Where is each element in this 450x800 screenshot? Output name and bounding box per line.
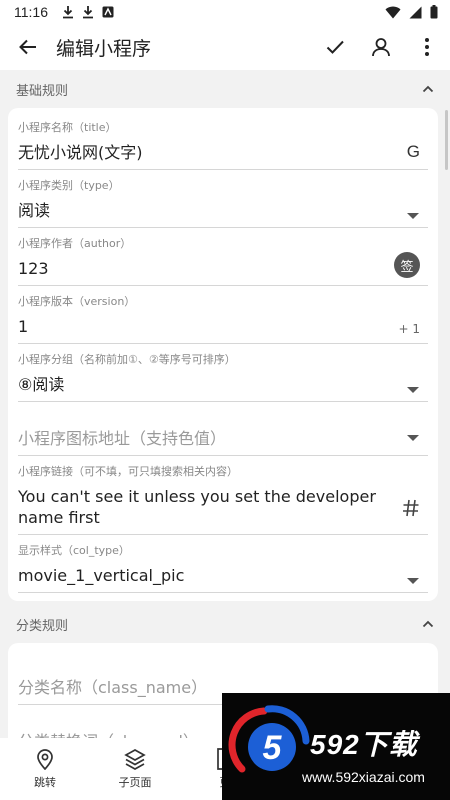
field-label: 小程序版本（version） <box>18 295 136 308</box>
basic-rules-card: 小程序名称（title） 无忧小说网(文字) G 小程序类别（type） 阅读 … <box>8 108 438 601</box>
title-input[interactable]: 无忧小说网(文字) <box>18 136 428 170</box>
app-bar: 编辑小程序 <box>0 24 450 70</box>
version-input[interactable]: 1 <box>18 310 428 344</box>
col-type-field[interactable]: 显示样式（col_type） movie_1_vertical_pic <box>18 535 428 593</box>
check-icon <box>326 40 344 54</box>
version-increment-button[interactable]: + 1 <box>398 322 420 336</box>
group-field[interactable]: 小程序分组（名称前加①、②等序号可排序） ⑧阅读 <box>18 344 428 402</box>
hash-icon[interactable] <box>402 499 420 517</box>
type-field[interactable]: 小程序类别（type） 阅读 <box>18 170 428 228</box>
status-time: 11:16 <box>14 4 48 20</box>
app-notification-icon <box>102 6 114 18</box>
version-field[interactable]: 小程序版本（version） 1 + 1 <box>18 286 428 344</box>
download-icon <box>83 6 93 19</box>
dropdown-arrow-icon[interactable] <box>406 212 420 220</box>
section-title: 分类规则 <box>16 618 69 634</box>
nav-label: 跳转 <box>34 776 56 789</box>
nav-label: 子页面 <box>118 776 152 789</box>
section-title: 基础规则 <box>16 83 69 99</box>
dropdown-arrow-icon[interactable] <box>406 386 420 394</box>
section-header-basic[interactable]: 基础规则 <box>0 70 450 108</box>
field-label: 小程序链接（可不填，可只填搜索相关内容） <box>18 465 238 478</box>
group-select[interactable]: ⑧阅读 <box>18 368 428 402</box>
field-label: 小程序名称（title） <box>18 121 117 134</box>
type-select[interactable]: 阅读 <box>18 194 428 228</box>
battery-icon <box>430 5 438 19</box>
more-button[interactable] <box>404 24 450 70</box>
icon-url-input[interactable]: 小程序图标地址（支持色值） <box>18 416 428 456</box>
col-type-select[interactable]: movie_1_vertical_pic <box>18 559 428 593</box>
field-label: 显示样式（col_type） <box>18 544 130 557</box>
field-label: 小程序作者（author） <box>18 237 132 250</box>
scrollbar-thumb[interactable] <box>445 110 448 170</box>
person-icon <box>372 38 390 57</box>
wifi-icon <box>385 6 401 18</box>
page-title: 编辑小程序 <box>56 37 152 60</box>
arrow-back-icon <box>19 39 36 55</box>
author-field[interactable]: 小程序作者（author） 123 签 <box>18 228 428 286</box>
download-icon <box>63 6 73 19</box>
form-scroll-area[interactable]: 基础规则 小程序名称（title） 无忧小说网(文字) G 小程序类别（type… <box>0 70 450 738</box>
title-field[interactable]: 小程序名称（title） 无忧小说网(文字) G <box>18 112 428 170</box>
chevron-up-icon <box>422 85 434 93</box>
watermark-text: 592下载 <box>310 729 418 760</box>
dropdown-arrow-icon[interactable] <box>406 434 420 442</box>
layers-icon <box>124 749 146 770</box>
dropdown-arrow-icon[interactable] <box>406 577 420 585</box>
generate-button[interactable]: G <box>407 142 420 162</box>
location-pin-icon <box>37 749 53 770</box>
watermark-url: www.592xiazai.com <box>302 769 425 785</box>
back-button[interactable] <box>0 24 56 70</box>
more-vert-icon <box>425 38 429 56</box>
chevron-up-icon <box>422 620 434 628</box>
nav-item-jump[interactable]: 跳转 <box>0 738 90 800</box>
watermark-overlay: 5 592下载 www.592xiazai.com <box>222 693 450 800</box>
sign-button[interactable]: 签 <box>394 252 420 278</box>
url-field[interactable]: 小程序链接（可不填，可只填搜索相关内容） You can't see it un… <box>18 456 428 535</box>
author-input[interactable]: 123 <box>18 252 428 286</box>
field-label: 小程序类别（type） <box>18 179 120 192</box>
status-bar: 11:16 <box>0 0 450 24</box>
field-label: 小程序分组（名称前加①、②等序号可排序） <box>18 353 236 366</box>
nav-item-subpage[interactable]: 子页面 <box>90 738 180 800</box>
account-button[interactable] <box>358 24 404 70</box>
watermark-digit: 5 <box>263 729 283 767</box>
url-input[interactable]: You can't see it unless you set the deve… <box>18 480 428 535</box>
section-header-class[interactable]: 分类规则 <box>0 605 450 643</box>
signal-icon <box>409 6 422 18</box>
icon-url-field[interactable]: 小程序图标地址（支持色值） <box>18 402 428 456</box>
save-button[interactable] <box>312 24 358 70</box>
